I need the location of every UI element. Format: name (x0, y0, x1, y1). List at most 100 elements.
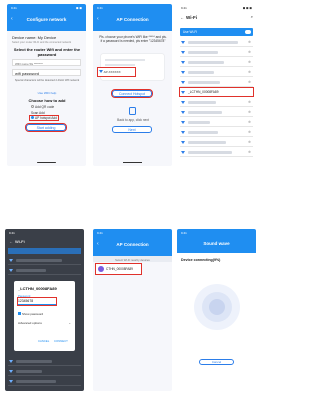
wifi-network-row (8, 256, 81, 265)
page-title: Sound wave (203, 241, 230, 246)
home-indicator (37, 162, 56, 163)
wifi-icon (9, 370, 13, 373)
option-hotspot-label: AP hotspot Add (35, 116, 57, 120)
start-adding-button[interactable]: Start adding (24, 122, 68, 133)
radio-selected-icon (31, 116, 34, 119)
network-name (16, 369, 42, 373)
dialog-title: _LCTHN_00008FA89 (18, 286, 57, 291)
page-title: Wi-Fi (15, 239, 25, 244)
wifi-icon (99, 70, 103, 73)
option-qr[interactable]: Add QR code (31, 105, 54, 109)
status-time: 9:41 (97, 6, 103, 10)
back-arrow-icon[interactable]: ← (180, 15, 184, 20)
network-name (188, 40, 238, 44)
status-time: 9:41 (181, 6, 187, 10)
network-name (188, 100, 216, 104)
wifi-icon (181, 141, 185, 144)
placeholder-line (105, 59, 145, 61)
header: 9:41 Sound wave (177, 229, 256, 253)
lock-icon: ⊕ (248, 50, 251, 54)
lock-icon: ⊕ (248, 100, 251, 104)
wifi-network-row[interactable]: ⊕ (180, 118, 253, 127)
configure-network-screen: 9:41 ◼ ◼ ‹ Configure network Device name… (7, 4, 86, 166)
target-network-name: _LCTHN_00008FA89 (188, 90, 219, 94)
wifi-network-row[interactable]: ⊕ (180, 108, 253, 117)
select-heading: Select the router Wifi and enter the pas… (13, 47, 81, 57)
cancel-button[interactable]: CANCEL (38, 339, 49, 343)
show-password-label: Show password (22, 312, 44, 316)
wifi-help-link[interactable]: Use WiFi help (12, 91, 82, 95)
password-input[interactable]: 12345678 (16, 296, 58, 307)
lock-icon: ⊕ (248, 130, 251, 134)
target-network-row[interactable]: _LCTHN_00008FA89 (178, 86, 255, 98)
password-hint: Special characters will be detected 2.4G… (14, 79, 80, 82)
wifi-icon (9, 360, 13, 363)
wifi-icon (181, 71, 185, 74)
wifi-toggle-row[interactable]: Use Wi-Fi (180, 28, 253, 36)
connect-button[interactable]: CONNECT (54, 339, 68, 343)
wifi-network-row[interactable]: ⊕ (180, 58, 253, 67)
page-title: AP Connection (116, 242, 149, 247)
choose-heading: Choose how to add (28, 98, 66, 103)
wifi-icon (181, 151, 185, 154)
wifi-icon (181, 81, 185, 84)
search-icon[interactable]: ⌕ (251, 14, 253, 19)
network-name (16, 268, 46, 272)
show-password-row[interactable]: Show password (18, 312, 43, 316)
hint-text: Select your router Wi-Fi and the connect… (12, 41, 72, 44)
advanced-label: Advanced options (18, 321, 42, 325)
wifi-network-row (8, 357, 81, 366)
connecting-status: Device connecting(9%) (181, 258, 221, 262)
header: 9:41 ◼ ◼ ‹ Configure network (7, 4, 86, 31)
page-title: Wi-Fi (186, 15, 197, 20)
back-arrow-icon[interactable]: ← (9, 239, 13, 244)
wifi-network-row[interactable]: ⊕ (180, 138, 253, 147)
lock-icon: ⊕ (248, 120, 251, 124)
toggle-icon[interactable] (245, 30, 251, 34)
lock-icon: ⊕ (248, 60, 251, 64)
radio-icon (31, 105, 34, 108)
ssid-field[interactable]: WIFI name 5G ******** (12, 59, 81, 66)
wifi-network-row[interactable]: ⊕ (180, 38, 253, 47)
back-note: Back to app, click next (117, 118, 149, 122)
wifi-network-row[interactable]: ⊕ (180, 98, 253, 107)
lock-icon: ⊕ (248, 150, 251, 154)
network-name (188, 70, 214, 74)
page-title: AP Connection (116, 17, 149, 22)
checkbox-icon[interactable] (18, 312, 21, 315)
device-name-label: Device name: My Device (12, 35, 57, 40)
next-button[interactable]: Next (112, 126, 152, 133)
password-dialog: _LCTHN_00008FA89 Password 12345678 Show … (14, 281, 75, 351)
lock-icon: ⊕ (248, 110, 251, 114)
cancel-button[interactable]: Cancel (199, 359, 234, 365)
progress-ripple-inner (209, 299, 225, 315)
wifi-network-row[interactable]: ⊕ (180, 148, 253, 157)
network-name (188, 80, 220, 84)
status-icons: ◼ ◼ ◼ (242, 6, 252, 10)
wifi-icon (9, 380, 13, 383)
wifi-icon (181, 61, 185, 64)
wifi-network-row[interactable]: ⊕ (180, 78, 253, 87)
lock-icon: ⊕ (248, 40, 251, 44)
connect-hotspot-button[interactable]: Connect Hotspot (110, 88, 154, 99)
password-field[interactable]: wifi password (12, 69, 81, 76)
lock-icon: ⊕ (248, 70, 251, 74)
wifi-network-row (8, 377, 81, 386)
placeholder-line (105, 64, 135, 66)
wifi-icon (9, 259, 13, 262)
chevron-down-icon: ⌄ (68, 321, 71, 325)
option-scan[interactable]: Scan Add (31, 111, 45, 115)
page-title: Configure network (26, 17, 67, 22)
wifi-icon (181, 131, 185, 134)
device-row[interactable]: CTHN_00008FA89 (94, 262, 143, 276)
wifi-network-row[interactable]: ⊕ (180, 48, 253, 57)
wifi-password-dialog-screen: 9:41 ← Wi-Fi _LCTHN_00008FA89 Password 1… (5, 229, 84, 391)
section-label: Select Wi-Fi nearby devices (93, 256, 172, 262)
header: 9:41 ‹ AP Connection (93, 4, 172, 31)
tutorial-collage: 9:41 ◼ ◼ ‹ Configure network Device name… (0, 0, 264, 407)
advanced-options-row[interactable]: Advanced options ⌄ (18, 321, 71, 325)
option-hotspot[interactable]: AP hotspot Add (28, 114, 60, 122)
wifi-network-row[interactable]: ⊕ (180, 68, 253, 77)
option-qr-label: Add QR code (35, 105, 55, 109)
wifi-network-row[interactable]: ⊕ (180, 128, 253, 137)
